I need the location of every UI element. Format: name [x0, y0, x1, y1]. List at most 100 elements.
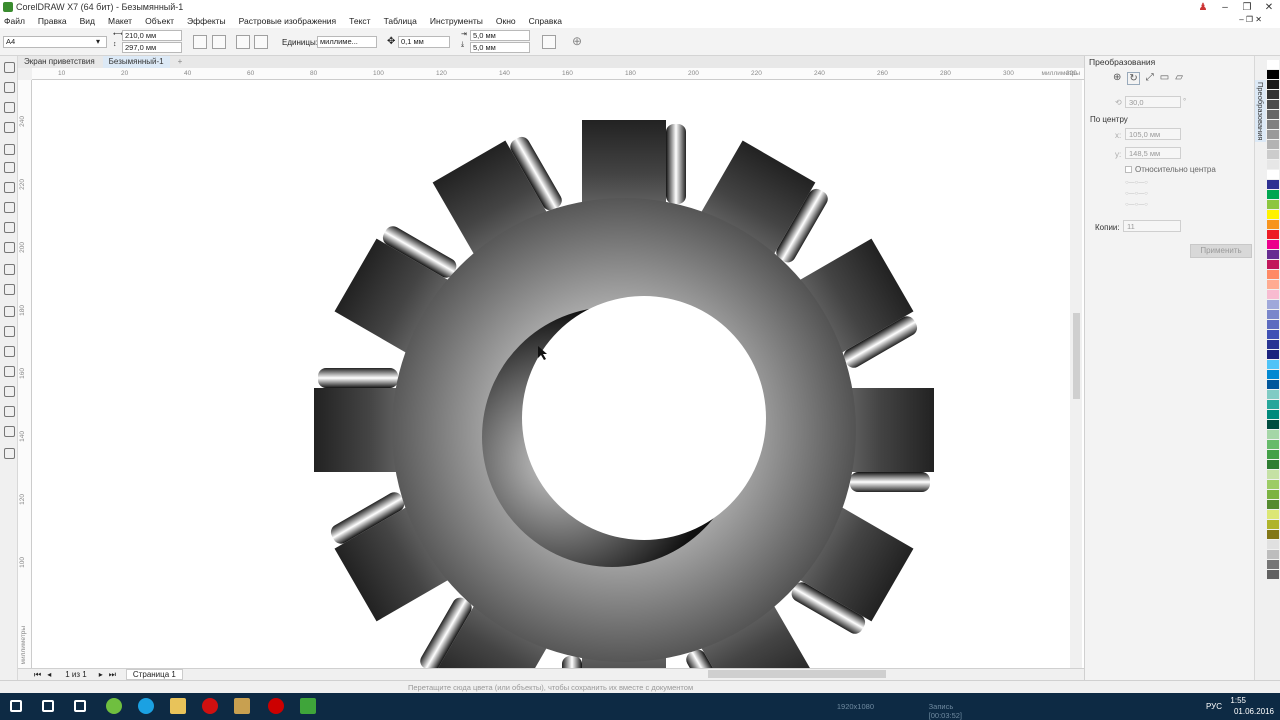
close-button[interactable]: ✕	[1258, 2, 1280, 13]
tool-16-icon[interactable]	[4, 386, 15, 397]
tool-11-icon[interactable]	[4, 284, 15, 295]
menu-item-0[interactable]: Файл	[4, 16, 25, 26]
palette-swatch[interactable]	[1267, 400, 1279, 410]
duplicate-y-field[interactable]: 5,0 мм	[470, 42, 530, 53]
palette-swatch[interactable]	[1267, 560, 1279, 570]
palette-swatch[interactable]	[1267, 300, 1279, 310]
page-height-field[interactable]: 297,0 мм	[122, 42, 182, 53]
palette-swatch[interactable]	[1267, 460, 1279, 470]
tool-7-icon[interactable]	[4, 202, 15, 213]
tool-1-icon[interactable]	[4, 82, 15, 93]
menu-item-6[interactable]: Растровые изображения	[239, 16, 336, 26]
tool-13-icon[interactable]	[4, 326, 15, 337]
palette-swatch[interactable]	[1267, 410, 1279, 420]
palette-swatch[interactable]	[1267, 210, 1279, 220]
vertical-scrollbar[interactable]	[1070, 80, 1082, 668]
media-icon[interactable]	[234, 698, 250, 714]
tool-12-icon[interactable]	[4, 306, 15, 317]
page-width-field[interactable]: 210,0 мм	[122, 30, 182, 41]
folder-icon[interactable]	[170, 698, 186, 714]
search-icon[interactable]	[42, 700, 54, 712]
tool-8-icon[interactable]	[4, 222, 15, 233]
palette-swatch[interactable]	[1267, 360, 1279, 370]
hscroll-thumb[interactable]	[708, 670, 886, 678]
menu-item-2[interactable]: Вид	[80, 16, 95, 26]
skype-icon[interactable]	[138, 698, 154, 714]
minimize-button[interactable]: –	[1214, 2, 1236, 13]
apply-button[interactable]: Применить	[1190, 244, 1252, 258]
tool-2-icon[interactable]	[4, 102, 15, 113]
palette-swatch[interactable]	[1267, 180, 1279, 190]
relative-center-checkbox[interactable]	[1125, 166, 1132, 173]
treat-as-filled-button[interactable]	[542, 35, 556, 49]
palette-swatch[interactable]	[1267, 490, 1279, 500]
language-indicator[interactable]: РУС	[1206, 702, 1222, 711]
windows-start-icon[interactable]	[10, 700, 22, 712]
first-page-icon[interactable]: ⏮	[34, 670, 41, 680]
docker-tab-transformations[interactable]: Преобразования	[1255, 80, 1266, 143]
palette-swatch[interactable]	[1267, 280, 1279, 290]
tool-6-icon[interactable]	[4, 182, 15, 193]
add-icon[interactable]: ⊕	[572, 34, 582, 48]
account-icon[interactable]: ♟	[1192, 2, 1214, 13]
menu-item-7[interactable]: Текст	[349, 16, 370, 26]
tool-18-icon[interactable]	[4, 426, 15, 437]
vscroll-thumb[interactable]	[1073, 313, 1080, 399]
clock-date[interactable]: 01.06.2016	[1234, 707, 1274, 716]
palette-swatch[interactable]	[1267, 200, 1279, 210]
palette-swatch[interactable]	[1267, 160, 1279, 170]
menu-item-10[interactable]: Окно	[496, 16, 516, 26]
menu-item-1[interactable]: Правка	[38, 16, 67, 26]
palette-swatch[interactable]	[1267, 250, 1279, 260]
palette-swatch[interactable]	[1267, 310, 1279, 320]
palette-swatch[interactable]	[1267, 350, 1279, 360]
prev-page-icon[interactable]: ◂	[47, 670, 51, 679]
menu-item-9[interactable]: Инструменты	[430, 16, 483, 26]
tool-10-icon[interactable]	[4, 264, 15, 275]
palette-swatch[interactable]	[1267, 330, 1279, 340]
center-x-field[interactable]: 105,0 мм	[1125, 128, 1181, 140]
palette-swatch[interactable]	[1267, 260, 1279, 270]
page-tab-1[interactable]: Страница 1	[125, 669, 183, 680]
palette-swatch[interactable]	[1267, 500, 1279, 510]
document-window-controls[interactable]: – ❐ ✕	[1239, 15, 1262, 24]
palette-swatch[interactable]	[1267, 130, 1279, 140]
tool-3-icon[interactable]	[4, 122, 15, 133]
menu-item-5[interactable]: Эффекты	[187, 16, 226, 26]
portrait-button[interactable]	[193, 35, 207, 49]
tab-welcome[interactable]: Экран приветствия	[18, 56, 101, 68]
palette-swatch[interactable]	[1267, 450, 1279, 460]
palette-swatch[interactable]	[1267, 540, 1279, 550]
palette-swatch[interactable]	[1267, 530, 1279, 540]
palette-swatch[interactable]	[1267, 510, 1279, 520]
units-select[interactable]: миллиме...	[317, 36, 377, 48]
menu-item-3[interactable]: Макет	[108, 16, 132, 26]
center-y-field[interactable]: 148,5 мм	[1125, 147, 1181, 159]
menu-item-4[interactable]: Объект	[145, 16, 174, 26]
next-page-icon[interactable]: ▸	[99, 670, 103, 679]
tool-15-icon[interactable]	[4, 366, 15, 377]
palette-swatch[interactable]	[1267, 100, 1279, 110]
palette-swatch[interactable]	[1267, 440, 1279, 450]
palette-swatch[interactable]	[1267, 520, 1279, 530]
position-icon[interactable]: ⊕	[1113, 72, 1121, 85]
palette-swatch[interactable]	[1267, 390, 1279, 400]
clock-time[interactable]: 1:55	[1230, 696, 1246, 705]
palette-swatch[interactable]	[1267, 550, 1279, 560]
palette-swatch[interactable]	[1267, 140, 1279, 150]
record-icon[interactable]	[268, 698, 284, 714]
tool-14-icon[interactable]	[4, 346, 15, 357]
vertical-ruler[interactable]: миллиметры 240 220 200 180 160 140 120 100	[18, 80, 32, 668]
palette-swatch[interactable]	[1267, 170, 1279, 180]
palette-swatch[interactable]	[1267, 290, 1279, 300]
palette-swatch[interactable]	[1267, 480, 1279, 490]
palette-swatch[interactable]	[1267, 220, 1279, 230]
palette-swatch[interactable]	[1267, 470, 1279, 480]
palette-swatch[interactable]	[1267, 570, 1279, 580]
duplicate-x-field[interactable]: 5,0 мм	[470, 30, 530, 41]
palette-swatch[interactable]	[1267, 380, 1279, 390]
opera-icon[interactable]	[202, 698, 218, 714]
all-pages-icon[interactable]	[236, 35, 250, 49]
palette-swatch[interactable]	[1267, 270, 1279, 280]
palette-swatch[interactable]	[1267, 60, 1279, 70]
